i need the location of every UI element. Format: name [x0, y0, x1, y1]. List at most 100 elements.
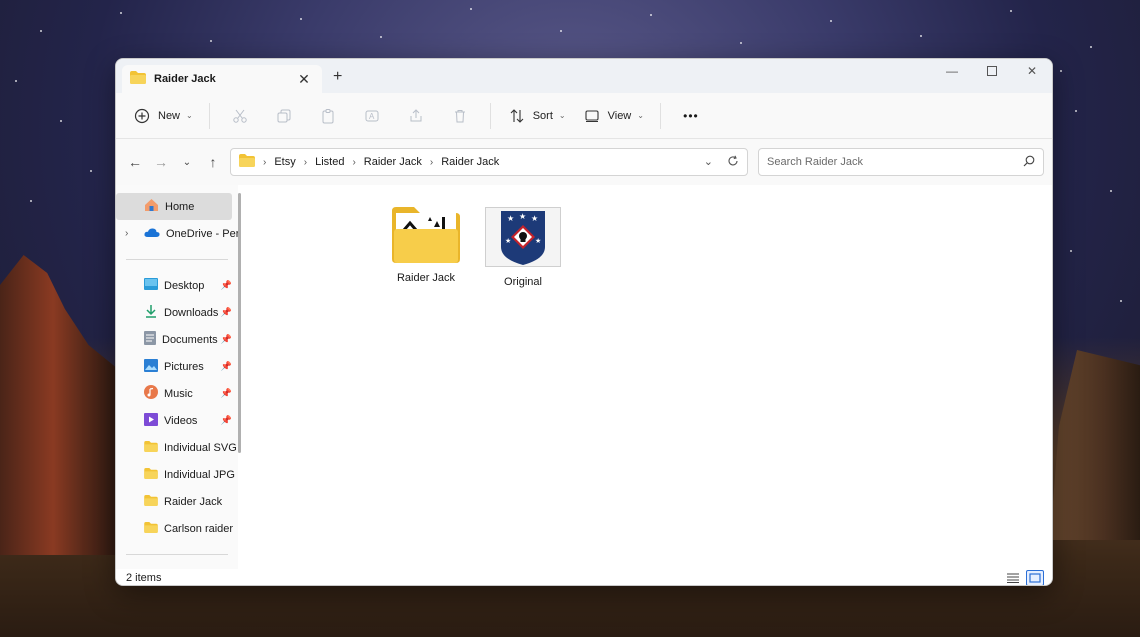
sidebar-item-music[interactable]: Music 📌 [116, 380, 238, 407]
rename-icon: A [362, 106, 382, 126]
breadcrumb-separator[interactable]: › [352, 157, 355, 168]
close-window-button[interactable]: ✕ [1012, 59, 1052, 83]
breadcrumb-raider-jack[interactable]: Raider Jack [364, 156, 422, 168]
search-box[interactable] [758, 148, 1044, 176]
breadcrumb-raider-jack-current[interactable]: Raider Jack [441, 156, 499, 168]
maximize-button[interactable] [972, 59, 1012, 83]
sidebar-item-label: Raider Jack [164, 495, 223, 508]
sidebar-item-carlson-raider[interactable]: Carlson raider [116, 515, 238, 542]
pin-icon[interactable]: 📌 [221, 280, 232, 291]
raider-badge-thumbnail-icon: ★ ★ ★ ★ ★ [485, 207, 561, 270]
sidebar-item-raider-jack[interactable]: Raider Jack [116, 488, 238, 515]
paste-button[interactable] [308, 100, 348, 132]
tab-title: Raider Jack [154, 73, 216, 85]
tab-raider-jack[interactable]: Raider Jack ✕ [122, 65, 322, 93]
file-item-folder[interactable]: Raider Jack [381, 207, 471, 284]
music-icon [144, 385, 158, 402]
chevron-down-icon: ⌄ [186, 111, 193, 120]
cut-button[interactable] [220, 100, 260, 132]
share-button[interactable] [396, 100, 436, 132]
sidebar-item-documents[interactable]: Documents 📌 [116, 326, 238, 353]
sidebar-item-onedrive[interactable]: › OneDrive - Perso [116, 220, 238, 247]
back-button[interactable]: ← [122, 148, 148, 176]
search-input[interactable] [767, 156, 1023, 168]
chevron-down-icon: ⌄ [182, 156, 192, 168]
breadcrumb-separator[interactable]: › [430, 157, 433, 168]
arrow-left-icon: ← [128, 154, 142, 170]
rename-button[interactable]: A [352, 100, 392, 132]
minimize-button[interactable]: — [932, 59, 972, 83]
window-controls: — ✕ [932, 59, 1052, 83]
file-name: Original [504, 276, 542, 288]
breadcrumb-listed[interactable]: Listed [315, 156, 344, 168]
sidebar-item-label: Videos [164, 414, 198, 427]
file-item-image[interactable]: ★ ★ ★ ★ ★ Original [478, 207, 568, 288]
up-button[interactable]: ↑ [200, 148, 226, 176]
videos-icon [144, 412, 158, 429]
folder-icon [144, 467, 158, 482]
pin-icon[interactable]: 📌 [221, 307, 232, 318]
documents-icon [144, 331, 156, 348]
file-name: Raider Jack [396, 272, 456, 284]
chevron-right-icon[interactable]: › [125, 228, 128, 239]
download-icon [144, 304, 158, 321]
forward-button[interactable]: → [148, 148, 174, 176]
cut-icon [230, 106, 250, 126]
sidebar-divider [126, 259, 228, 260]
new-button-label: New [158, 109, 181, 122]
search-icon[interactable] [1023, 155, 1035, 170]
folder-icon [144, 521, 158, 536]
explorer-body: Home › OneDrive - Perso Desktop 📌 [116, 185, 1052, 569]
sidebar-item-videos[interactable]: Videos 📌 [116, 407, 238, 434]
sidebar-item-label: Pictures [164, 360, 204, 373]
large-icons-view-button[interactable] [1026, 570, 1044, 585]
sidebar-item-label: Desktop [164, 279, 205, 292]
sidebar-item-individual-svg[interactable]: Individual SVG [116, 434, 238, 461]
desktop-icon [144, 278, 158, 293]
address-history-chevron-icon[interactable]: ⌄ [704, 155, 713, 170]
close-tab-icon[interactable]: ✕ [296, 71, 312, 88]
breadcrumb-etsy[interactable]: Etsy [274, 156, 295, 168]
pictures-icon [144, 358, 158, 375]
new-button[interactable]: New ⌄ [126, 100, 199, 132]
sidebar-item-desktop[interactable]: Desktop 📌 [116, 272, 238, 299]
breadcrumb-separator[interactable]: › [304, 157, 307, 168]
refresh-icon[interactable] [727, 155, 739, 170]
sidebar-item-individual-jpg[interactable]: Individual JPG [116, 461, 238, 488]
toolbar-divider [208, 102, 210, 129]
pin-icon[interactable]: 📌 [221, 415, 232, 426]
trash-icon [450, 106, 470, 126]
sidebar-item-label: Documents [162, 333, 218, 346]
svg-text:★: ★ [531, 214, 538, 223]
arrow-right-icon: → [154, 154, 168, 170]
folder-with-preview-icon [390, 207, 462, 266]
details-view-button[interactable] [1004, 570, 1022, 585]
more-options-button[interactable]: ••• [671, 100, 711, 132]
sort-button[interactable]: Sort ⌄ [501, 100, 572, 132]
more-options-icon: ••• [683, 108, 699, 123]
address-bar[interactable]: › Etsy › Listed › Raider Jack › Raider J… [230, 148, 748, 176]
sidebar-item-pictures[interactable]: Pictures 📌 [116, 353, 238, 380]
toolbar-divider [489, 102, 491, 129]
pin-icon[interactable]: 📌 [221, 334, 232, 345]
sidebar-item-downloads[interactable]: Downloads 📌 [116, 299, 238, 326]
svg-text:★: ★ [505, 237, 511, 245]
svg-text:★: ★ [507, 214, 514, 223]
copy-button[interactable] [264, 100, 304, 132]
recent-locations-button[interactable]: ⌄ [174, 148, 200, 176]
sidebar-item-home[interactable]: Home [116, 193, 232, 220]
delete-button[interactable] [440, 100, 480, 132]
breadcrumb-separator[interactable]: › [263, 157, 266, 168]
sidebar-item-label: OneDrive - Perso [166, 227, 238, 240]
pin-icon[interactable]: 📌 [221, 361, 232, 372]
sidebar-item-label: Downloads [164, 306, 219, 319]
new-tab-button[interactable]: + [333, 68, 342, 86]
toolbar-divider [659, 102, 661, 129]
address-row: ← → ⌄ ↑ › Etsy › Listed › Raider Jack › … [116, 139, 1052, 185]
pin-icon[interactable]: 📌 [221, 388, 232, 399]
file-explorer-window: Raider Jack ✕ + — ✕ New ⌄ A Sort ⌄ View … [115, 58, 1053, 586]
title-bar: Raider Jack ✕ + — ✕ [116, 59, 1052, 93]
command-bar: New ⌄ A Sort ⌄ View ⌄ ••• [116, 93, 1052, 139]
copy-icon [274, 106, 294, 126]
view-button[interactable]: View ⌄ [576, 100, 650, 132]
